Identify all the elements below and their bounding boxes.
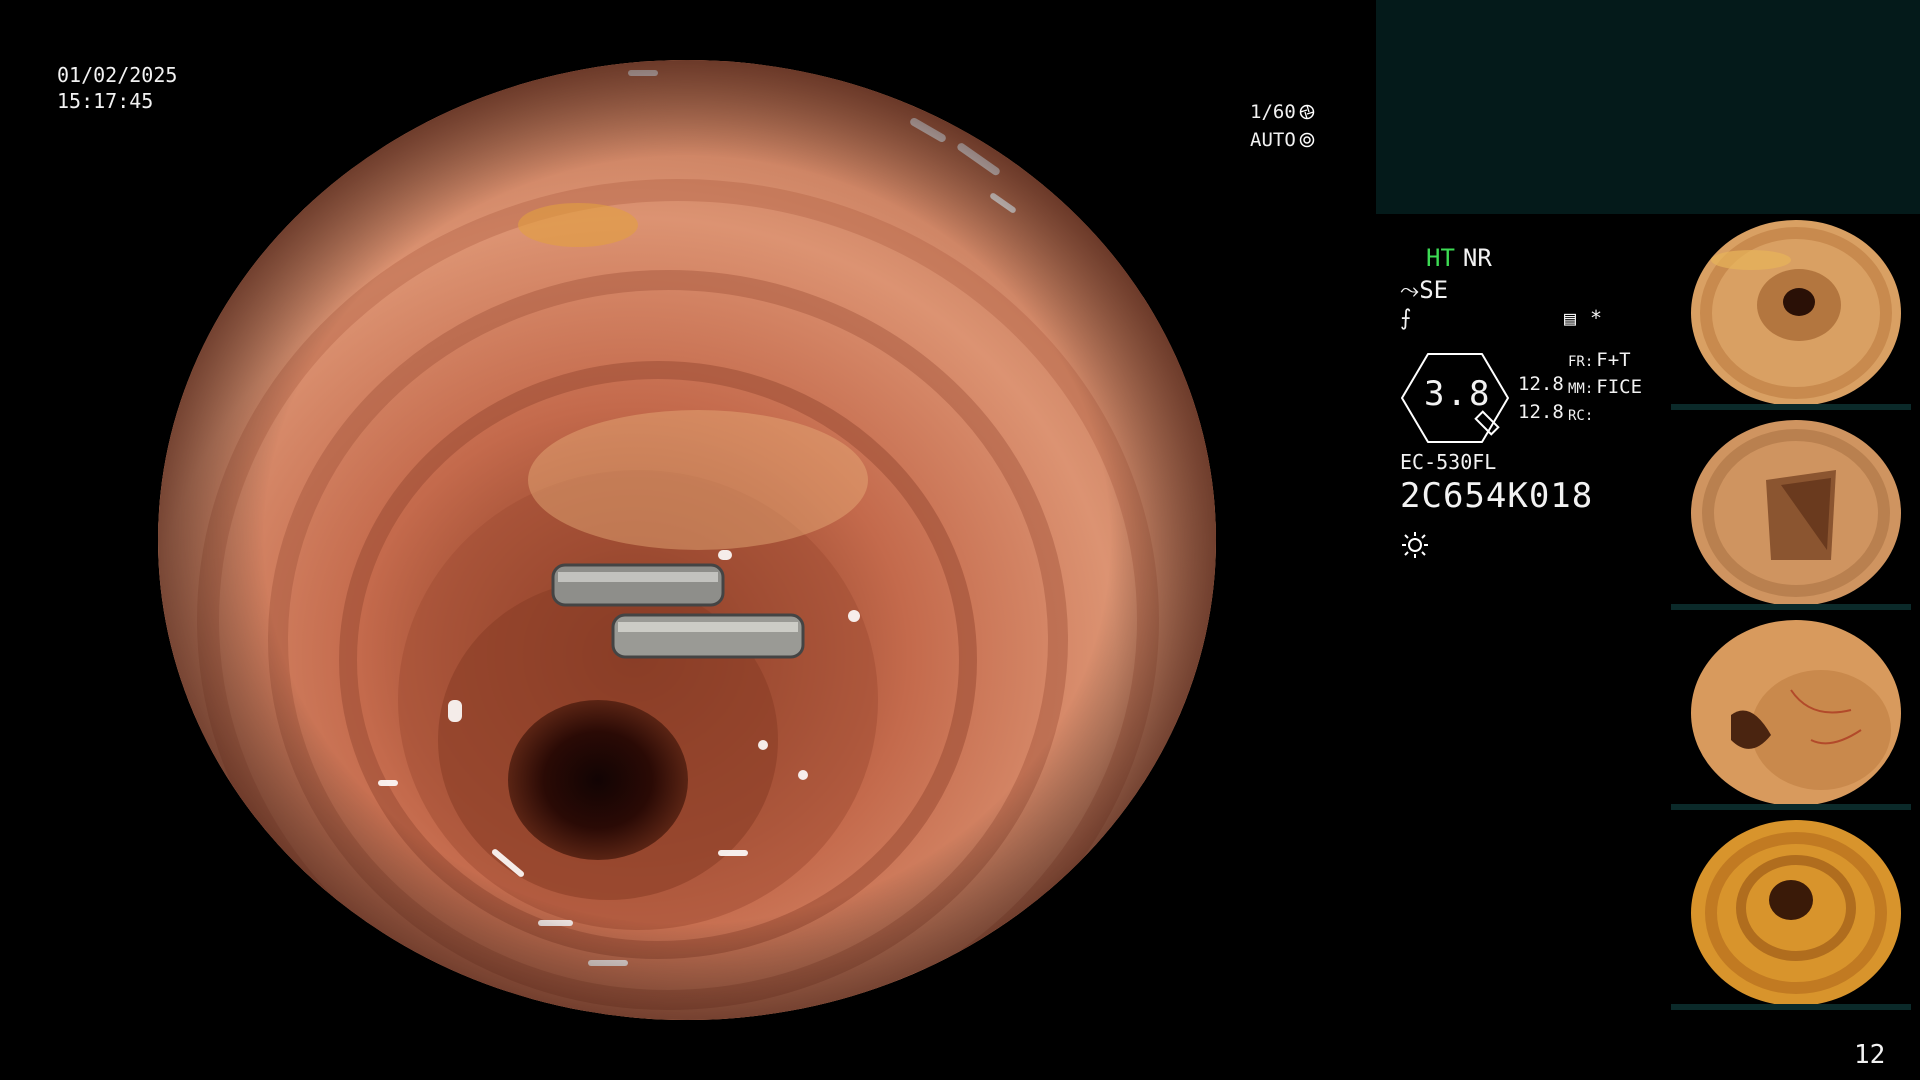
thumbnail-1[interactable]: [1671, 218, 1920, 410]
thumbnail-image: [1691, 820, 1901, 1006]
fr-key: FR:: [1568, 354, 1594, 370]
date-text: 01/02/2025: [57, 63, 178, 87]
thumbnail-4[interactable]: [1671, 818, 1920, 1010]
structure-enhancement-icon: ⤳: [1400, 276, 1420, 304]
scope-model: EC-530FL: [1400, 450, 1497, 474]
value-2: 12.8: [1518, 401, 1564, 423]
contrast-curve-icon: ⨍: [1400, 306, 1412, 331]
asterisk-indicator: *: [1590, 306, 1603, 330]
exposure-mode: AUTO: [1250, 129, 1296, 151]
mode-labels: FR: F+T MM: FICE RC:: [1568, 348, 1642, 429]
nr-indicator: NR: [1462, 244, 1492, 272]
shutter-speed: 1/60: [1250, 101, 1296, 123]
rc-key: RC:: [1568, 408, 1594, 424]
exposure-info: 1/60 AUTO: [1250, 98, 1315, 154]
aperture-icon: [1299, 104, 1315, 120]
info-header-panel: [1376, 0, 1920, 214]
magnification-gauge: 3.8: [1400, 352, 1510, 443]
light-source-icon: [1402, 532, 1428, 558]
thumbnail-image: [1691, 620, 1901, 806]
thumbnail-3[interactable]: [1671, 618, 1920, 810]
thumbnail-image: [1691, 420, 1901, 606]
thumbnail-2[interactable]: [1671, 418, 1920, 610]
numeric-values: 12.8 12.8: [1518, 370, 1564, 426]
thumbnail-status-bar: [1671, 1004, 1911, 1010]
ht-indicator: HT: [1426, 244, 1455, 272]
auto-exposure-icon: [1299, 132, 1315, 148]
value-1: 12.8: [1518, 373, 1564, 395]
fr-value: F+T: [1596, 349, 1631, 371]
mm-key: MM:: [1568, 381, 1594, 397]
record-icon: ▤: [1564, 306, 1577, 330]
mode-indicators: HT NR: [1426, 244, 1492, 272]
time-text: 15:17:45: [57, 89, 154, 113]
mm-value: FICE: [1596, 376, 1643, 398]
page-number: 12: [1854, 1040, 1886, 1070]
scope-serial: 2C654K018: [1400, 476, 1594, 516]
captured-thumbnails: [1671, 218, 1920, 1018]
thumbnail-status-bar: [1671, 604, 1911, 610]
thumbnail-status-bar: [1671, 404, 1911, 410]
se-indicator: SE: [1419, 276, 1449, 304]
structure-enhancement: ⤳SE: [1400, 276, 1448, 304]
thumbnail-image: [1691, 220, 1901, 406]
endoscope-live-view: [158, 60, 1216, 1020]
date-time-display: 01/02/2025 15:17:45: [57, 62, 177, 114]
processor-settings: HT NR ⤳SE ⨍ ▤ * 3.8 12.8 12.8 FR: F+T MM: F…: [1400, 240, 1690, 580]
magnification-value: 3.8: [1424, 374, 1492, 414]
thumbnail-status-bar: [1671, 804, 1911, 810]
